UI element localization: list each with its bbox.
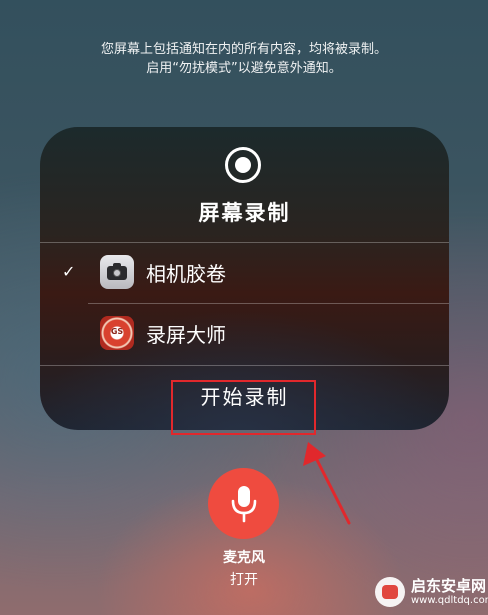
watermark-logo-icon (375, 577, 405, 607)
watermark: 启东安卓网 www.qdltdq.com (375, 575, 488, 611)
microphone-button[interactable] (208, 468, 279, 539)
microphone-icon (231, 486, 257, 523)
watermark-url: www.qdltdq.com (411, 595, 488, 606)
watermark-name: 启东安卓网 (411, 577, 487, 595)
microphone-label: 麦克风 (223, 550, 265, 566)
